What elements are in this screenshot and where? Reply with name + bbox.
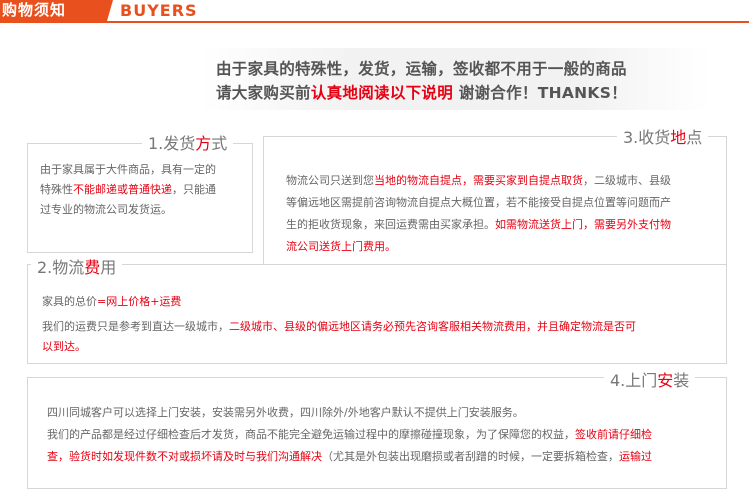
section-2-line-1: 家具的总价=网上价格+运费 bbox=[42, 292, 712, 312]
section-1-title-post: 式 bbox=[211, 134, 228, 153]
section-4-title-pre: 4.上门 bbox=[610, 371, 658, 390]
section-3-line-1-post: ，二级城市、县级 bbox=[583, 174, 671, 187]
section-3-title-post: 点 bbox=[686, 128, 703, 147]
section-1-text: 由于家具属于大件商品，具有一定的 特殊性不能邮递或普通快递，只能通 过专业的物流… bbox=[40, 160, 245, 220]
section-1-title: 1.发货方式 bbox=[142, 130, 234, 154]
section-3-title-hl: 地 bbox=[670, 128, 687, 147]
section-1-line-2: 特殊性不能邮递或普通快递，只能通 bbox=[40, 180, 245, 200]
section-3-line-1-pre: 物流公司只送到您 bbox=[286, 174, 374, 187]
section-1-title-pre: 1.发货 bbox=[148, 134, 196, 153]
section-4-line-1: 四川同城客户可以选择上门安装，安装需另外收费，四川除外/外地客户默认不提供上门安… bbox=[47, 406, 524, 419]
section-3-line-4: 流公司送货上门费用。 bbox=[286, 240, 396, 253]
section-2-line-2: 我们的运费只是参考到直达一级城市，二级城市、县级的偏远地区请务必预先咨询客服相关… bbox=[42, 317, 712, 337]
section-4-text: 四川同城客户可以选择上门安装，安装需另外收费，四川除外/外地客户默认不提供上门安… bbox=[47, 402, 717, 468]
section-2-title-pre: 2.物流 bbox=[37, 258, 85, 277]
section-4-line-3-hl: 查，验货时如发现件数不对或损坏请及时与我们沟通解决 bbox=[47, 450, 322, 463]
section-2-line-2-hl: 二级城市、县级的偏远地区请务必预先咨询客服相关物流费用，并且确定物流是否可 bbox=[229, 320, 636, 333]
section-3-title-pre: 3.收货 bbox=[623, 128, 671, 147]
section-1-line-1: 由于家具属于大件商品，具有一定的 bbox=[40, 163, 216, 176]
section-3-line-3-hl: 如需物流送货上门，需要另外支付物 bbox=[495, 218, 671, 231]
section-2-line-1-hl: =网上价格+运费 bbox=[97, 295, 182, 308]
section-4-line-2-pre: 我们的产品都是经过仔细检查后才发货，商品不能完全避免运输过程中的摩擦碰撞现象，为… bbox=[47, 428, 575, 441]
section-4-line-3: 查，验货时如发现件数不对或损坏请及时与我们沟通解决（尤其是外包装出现磨损或者刮蹭… bbox=[47, 446, 717, 468]
section-2-line-2-pre: 我们的运费只是参考到直达一级城市， bbox=[42, 320, 229, 333]
section-3-line-2: 等偏远地区需提前咨询物流自提点大概位置，若不能接受自提点位置等问题而产 bbox=[286, 196, 671, 209]
section-2-line-3: 以到达。 bbox=[42, 340, 86, 353]
section-4-line-2-hl: 签收前请仔细检 bbox=[575, 428, 652, 441]
section-1-line-2-post: ，只能通 bbox=[172, 183, 216, 196]
section-3-line-1-hl: 当地的物流自提点，需要买家到自提点取货 bbox=[374, 174, 583, 187]
section-3-text: 物流公司只送到您当地的物流自提点，需要买家到自提点取货，二级城市、县级 等偏远地… bbox=[286, 170, 718, 258]
section-1-line-2-pre: 特殊性 bbox=[40, 183, 73, 196]
notice-line-1: 由于家具的特殊性，发货，运输，签收都不用于一般的商品 bbox=[216, 60, 627, 78]
section-1-line-2-hl: 不能邮递或普通快递 bbox=[73, 183, 172, 196]
notice-line-2-highlight: 认真地阅读以下说明 bbox=[310, 84, 454, 102]
section-2-title: 2.物流费用 bbox=[31, 254, 123, 278]
section-3-line-1: 物流公司只送到您当地的物流自提点，需要买家到自提点取货，二级城市、县级 bbox=[286, 170, 718, 192]
header-title-cn: 购物须知 bbox=[0, 0, 113, 21]
section-4-line-2: 我们的产品都是经过仔细检查后才发货，商品不能完全避免运输过程中的摩擦碰撞现象，为… bbox=[47, 424, 717, 446]
section-3-title: 3.收货地点 bbox=[617, 124, 709, 148]
section-2-line-1-pre: 家具的总价 bbox=[42, 295, 97, 308]
notice-line-2-pre: 请大家购买前 bbox=[216, 84, 311, 102]
section-2-text: 家具的总价=网上价格+运费 我们的运费只是参考到直达一级城市，二级城市、县级的偏… bbox=[42, 292, 712, 357]
header-title-en: BUYERS bbox=[120, 1, 198, 20]
section-4-line-3-mid: （尤其是外包装出现磨损或者刮蹭的时候，一定要拆箱检查， bbox=[322, 450, 619, 463]
section-2-title-post: 用 bbox=[100, 258, 117, 277]
section-3-line-3: 生的拒收货现象，来回运费需由买家承担。如需物流送货上门，需要另外支付物 bbox=[286, 214, 718, 236]
section-4-title-post: 装 bbox=[673, 371, 690, 390]
section-4-line-3-hl2: 运输过 bbox=[619, 450, 652, 463]
notice-line-2: 请大家购买前认真地阅读以下说明 谢谢合作！THANKS！ bbox=[216, 81, 627, 103]
section-1-line-3: 过专业的物流公司发货运。 bbox=[40, 203, 172, 216]
section-4-title-hl: 安 bbox=[657, 371, 674, 390]
section-3-line-3-pre: 生的拒收货现象，来回运费需由买家承担。 bbox=[286, 218, 495, 231]
section-header: 购物须知 BUYERS bbox=[0, 0, 749, 21]
header-divider bbox=[0, 21, 749, 23]
notice-banner: 由于家具的特殊性，发货，运输，签收都不用于一般的商品 请大家购买前认真地阅读以下… bbox=[200, 48, 710, 110]
section-4-title: 4.上门安装 bbox=[604, 367, 696, 391]
section-1-title-hl: 方 bbox=[195, 134, 212, 153]
section-2-title-hl: 费 bbox=[84, 258, 101, 277]
notice-line-2-post: 谢谢合作！THANKS！ bbox=[453, 84, 627, 102]
